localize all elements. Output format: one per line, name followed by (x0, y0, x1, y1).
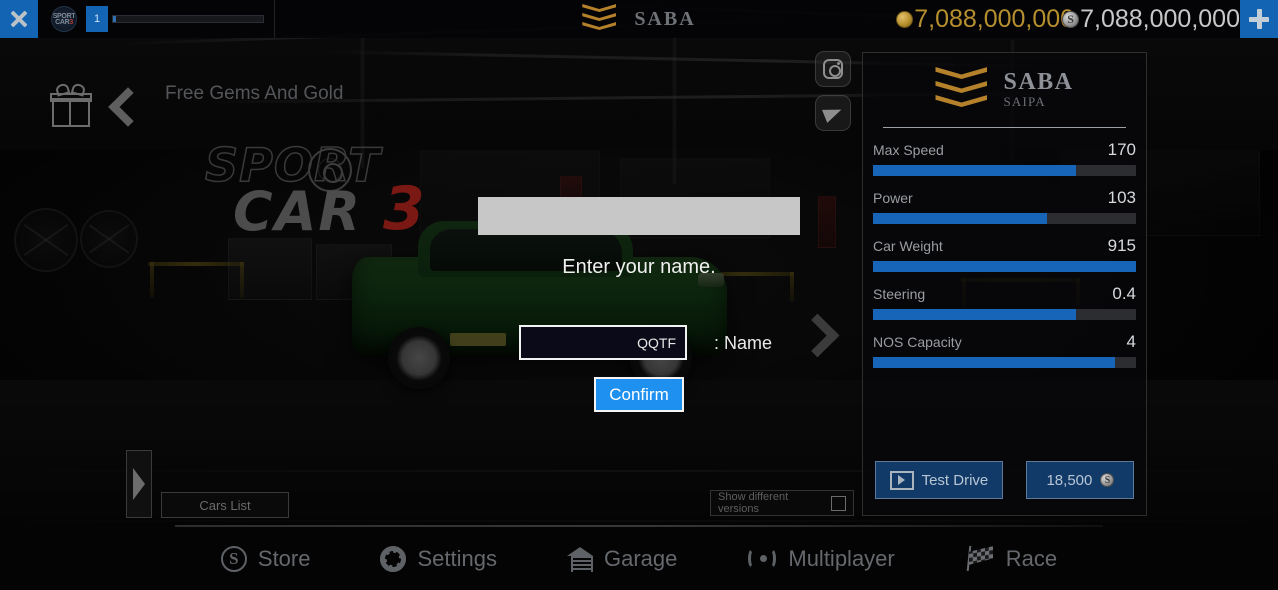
stat-bar (873, 309, 1136, 320)
show-versions-checkbox[interactable] (831, 495, 846, 511)
gear-icon (380, 546, 407, 572)
gold-coin-icon (896, 10, 914, 28)
nav-label-multiplayer: Multiplayer (788, 546, 895, 571)
buy-car-button[interactable]: 18,500 (1026, 461, 1135, 499)
store-coin-icon (220, 546, 247, 572)
confirm-button[interactable]: Confirm (594, 377, 684, 412)
cars-list-button[interactable]: Cars List (161, 492, 289, 518)
silver-coin-icon (1100, 473, 1115, 487)
instagram-icon (823, 59, 843, 79)
nav-item-garage[interactable]: Garage (566, 546, 678, 572)
saipa-chevrons-icon (582, 4, 617, 34)
nav-label-settings: Settings (417, 546, 497, 571)
top-bar: SPORT CAR3 1 SABA 7,088,000,000 7,088,00… (0, 0, 1278, 38)
drawer-toggle[interactable] (126, 450, 152, 518)
car-stats-panel: SABA SAIPA Max Speed 170 Power 103 Car Weigh… (862, 52, 1147, 516)
test-drive-label: Test Drive (921, 471, 989, 489)
test-drive-button[interactable]: Test Drive (874, 461, 1004, 499)
broadcast-icon (747, 547, 777, 571)
price-label: 18,500 (1046, 471, 1093, 489)
stat-bar (873, 261, 1136, 272)
instagram-button[interactable] (815, 51, 851, 87)
gold-amount: 7,088,000,000 (914, 4, 1075, 33)
currency-display: 7,088,000,000 7,088,000,000 (896, 0, 1240, 38)
car-stats-header: SABA SAIPA (863, 53, 1146, 119)
stats-list: Max Speed 170 Power 103 Car Weight 915 Steerin… (863, 140, 1146, 368)
stat-label: NOS Capacity (873, 334, 962, 350)
avatar[interactable]: SPORT CAR3 (51, 6, 77, 32)
garage-icon (566, 546, 593, 572)
dialog-title: Enter your name. (562, 256, 716, 278)
stat-row: Steering 0.4 (863, 284, 1146, 320)
stat-value: 4 (1126, 332, 1136, 351)
stat-label: Steering (873, 286, 926, 302)
ad-banner[interactable] (478, 197, 800, 235)
close-button[interactable] (0, 0, 38, 38)
free-gems-promo-label[interactable]: Free Gems And Gold (165, 76, 375, 112)
stat-bar (873, 165, 1136, 176)
bottom-nav: Store Settings Garage Multiplayer Race (0, 528, 1278, 590)
show-versions-label: Show different versions (718, 491, 789, 515)
chevron-right-icon[interactable] (798, 308, 834, 368)
silver-coin-icon (1062, 10, 1080, 28)
page-title: SABA (634, 7, 696, 30)
stat-value: 0.4 (1112, 284, 1136, 303)
saipa-chevrons-icon (935, 67, 988, 113)
stat-row: Power 103 (863, 188, 1146, 224)
stat-bar (873, 213, 1136, 224)
stat-value: 103 (1107, 188, 1136, 207)
chevron-left-icon[interactable] (106, 86, 140, 128)
nav-item-race[interactable]: Race (965, 545, 1058, 572)
stat-bar (873, 357, 1136, 368)
car-manufacturer: SAIPA (1003, 94, 1046, 109)
stat-label: Max Speed (873, 142, 944, 158)
plus-icon (1247, 7, 1271, 31)
topbar-divider (274, 0, 275, 38)
car-name: SABA (1003, 69, 1074, 95)
stat-value: 170 (1107, 140, 1136, 159)
stat-row: Max Speed 170 (863, 140, 1146, 176)
avatar-label: SPORT CAR3 (52, 13, 76, 26)
nav-item-store[interactable]: Store (220, 546, 311, 572)
name-input[interactable]: QQTF (519, 325, 687, 360)
cash-amount: 7,088,000,000 (1080, 4, 1240, 33)
stat-label: Power (873, 190, 913, 206)
social-links (815, 51, 851, 131)
video-play-icon (889, 470, 914, 490)
nav-label-garage: Garage (603, 546, 678, 571)
telegram-icon (822, 103, 844, 123)
nav-item-settings[interactable]: Settings (380, 546, 497, 572)
gift-icon[interactable] (50, 82, 92, 128)
xp-progress (112, 15, 264, 23)
game-logo: SPORT CAR 3 (204, 137, 445, 244)
add-currency-button[interactable] (1240, 0, 1278, 38)
name-field-label: : Name (714, 333, 773, 353)
content-divider (175, 525, 1103, 527)
cash-currency: 7,088,000,000 (1062, 5, 1240, 34)
name-input-value: QQTF (637, 334, 676, 351)
logo-car-text: CAR (233, 180, 363, 243)
checkered-flag-icon (965, 545, 995, 572)
close-x-icon (7, 7, 31, 31)
logo-three-text: 3 (383, 174, 425, 244)
show-versions-toggle[interactable]: Show different versions (710, 490, 854, 516)
drawer-arrow-icon (133, 468, 145, 500)
gold-currency: 7,088,000,000 (896, 5, 1074, 34)
nav-label-race: Race (1005, 546, 1058, 571)
level-badge: 1 (86, 6, 108, 32)
stat-row: NOS Capacity 4 (863, 332, 1146, 368)
nav-label-store: Store (257, 546, 311, 571)
nav-item-multiplayer[interactable]: Multiplayer (747, 546, 895, 572)
header-divider (883, 127, 1126, 128)
game-screen: SPORT CAR3 1 SABA 7,088,000,000 7,088,00… (0, 0, 1278, 590)
telegram-button[interactable] (815, 95, 851, 131)
car-actions: Test Drive 18,500 (863, 461, 1146, 499)
stat-row: Car Weight 915 (863, 236, 1146, 272)
stat-label: Car Weight (873, 238, 943, 254)
stat-value: 915 (1107, 236, 1136, 255)
